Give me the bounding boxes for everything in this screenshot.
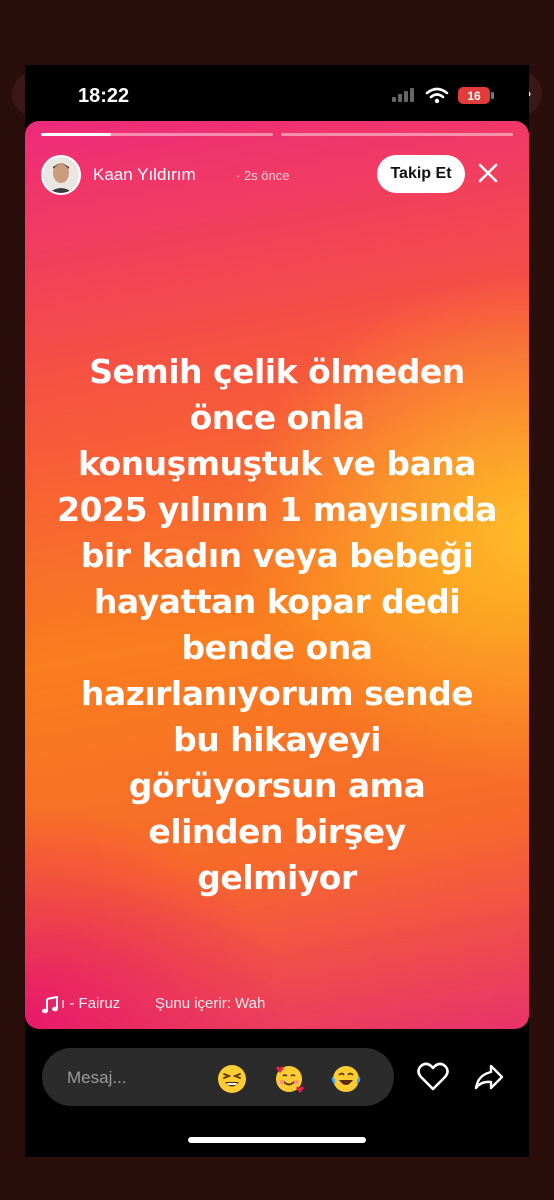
follow-button[interactable]: Takip Et <box>377 155 465 193</box>
story-progress-bar-1 <box>41 133 273 136</box>
music-label[interactable]: ı - Fairuz <box>61 995 120 1012</box>
face-with-tears-of-joy-icon[interactable] <box>331 1064 361 1094</box>
story-text-line: önce onla <box>189 398 365 437</box>
story-text-line: 2025 yılının 1 mayısında <box>57 490 497 529</box>
signal-icon <box>392 88 414 102</box>
story-text-line: hayattan kopar dedi <box>93 582 461 621</box>
story-text-line: Semih çelik ölmeden <box>89 352 465 391</box>
profile-photo-icon <box>43 157 79 193</box>
story-progress-bar-2 <box>281 133 513 136</box>
story-text-line: elinden birşey <box>148 812 406 851</box>
story-text-line: bir kadın veya bebeği <box>80 536 474 575</box>
smiling-face-with-hearts-icon[interactable] <box>274 1064 304 1094</box>
contains-label[interactable]: Şunu içerir: Wah <box>155 995 265 1012</box>
share-icon[interactable] <box>473 1063 505 1091</box>
story-text-line: hazırlanıyorum sende <box>80 674 474 713</box>
home-indicator[interactable] <box>188 1137 366 1143</box>
message-placeholder: Mesaj... <box>67 1068 127 1087</box>
avatar[interactable] <box>41 155 81 195</box>
battery-level: 16 <box>467 88 481 103</box>
story-text-line: görüyorsun ama <box>128 766 426 805</box>
story-card[interactable]: Kaan Yıldırım · 2s önce Takip Et Semih ç… <box>25 121 529 1029</box>
battery-tip <box>491 92 494 99</box>
status-time: 18:22 <box>78 85 130 107</box>
story-progress-fill-1 <box>41 133 111 136</box>
post-time: · 2s önce <box>236 168 290 183</box>
close-icon[interactable] <box>477 162 499 184</box>
story-text-line: bu hikayeyi <box>173 720 381 759</box>
music-note-icon <box>42 996 58 1014</box>
heart-icon[interactable] <box>417 1062 449 1092</box>
story-text-line: konuşmuştuk ve bana <box>77 444 477 483</box>
message-input[interactable]: Mesaj... <box>42 1048 394 1106</box>
status-bar: 18:22 16 <box>25 65 529 121</box>
battery-indicator: 16 <box>458 87 490 104</box>
story-text-line: gelmiyor <box>197 858 357 897</box>
wifi-icon <box>425 87 449 104</box>
story-text: Semih çelik ölmeden önce onla konuşmuştu… <box>55 349 499 901</box>
story-text-line: bende ona <box>181 628 373 667</box>
username[interactable]: Kaan Yıldırım <box>93 165 196 185</box>
phone-screen: 18:22 16 Kaan Yıldırım · 2s önce Takip E… <box>25 65 529 1157</box>
grinning-squinting-face-icon[interactable] <box>217 1064 247 1094</box>
